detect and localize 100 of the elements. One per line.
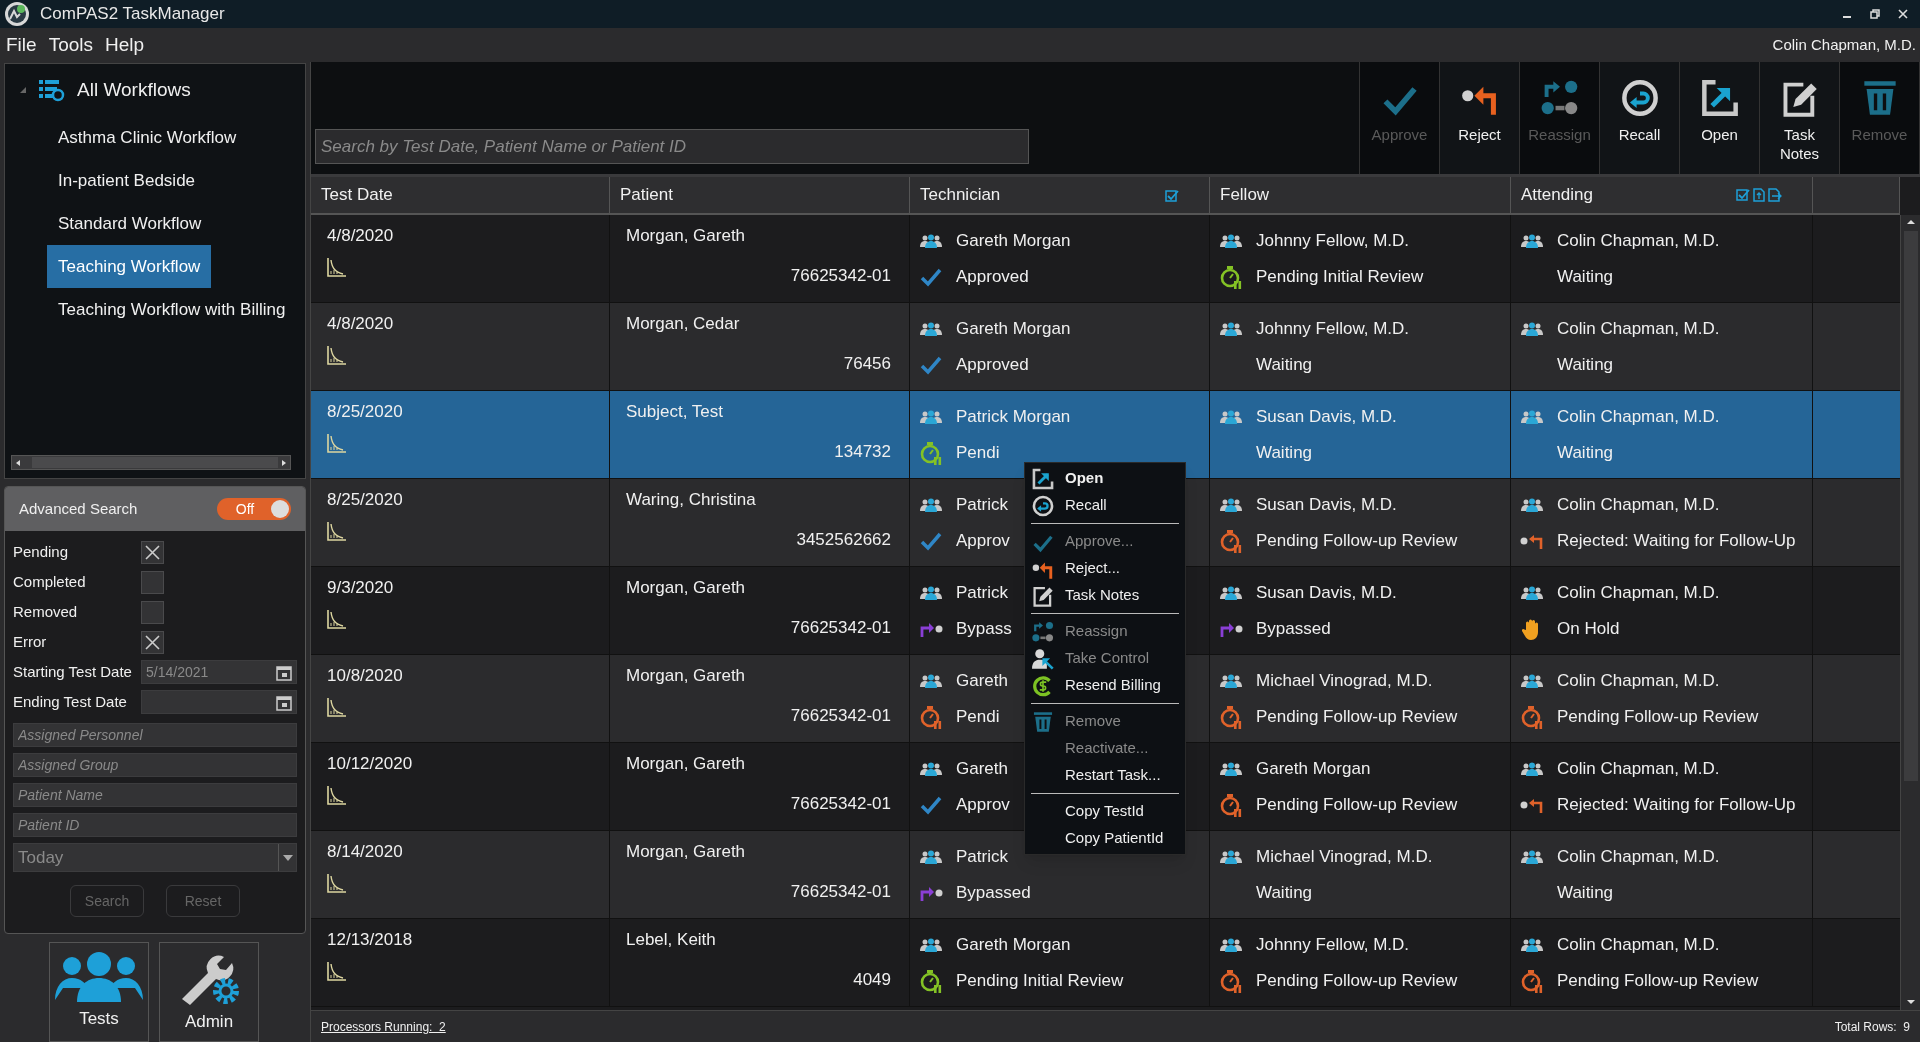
task-status: Bypass <box>956 617 1012 640</box>
tree-item[interactable]: In-patient Bedside <box>47 159 207 202</box>
search-field[interactable]: Search by Test Date, Patient Name or Patient ID <box>315 129 1029 164</box>
toolbar-button[interactable]: Reject <box>1440 62 1520 174</box>
horizontal-scrollbar[interactable] <box>11 455 291 471</box>
assignee-name: Gareth Morgan <box>1256 757 1371 780</box>
graph-icon <box>327 608 347 629</box>
input-field[interactable]: Assigned Group <box>13 753 297 777</box>
people-icon <box>1218 673 1244 688</box>
patient-id: 4049 <box>853 968 891 991</box>
assignee-name: Michael Vinograd, M.D. <box>1256 669 1433 692</box>
patient-name: Morgan, Gareth <box>626 577 746 599</box>
input-field[interactable]: Patient ID <box>13 813 297 837</box>
column-header[interactable]: Test Date <box>311 177 610 213</box>
date-field[interactable] <box>141 690 297 714</box>
column-header[interactable]: Fellow <box>1210 177 1511 213</box>
checkbox[interactable] <box>141 630 164 654</box>
assignee-name: Gareth <box>956 669 1008 692</box>
graph-icon <box>327 432 347 453</box>
menu-item[interactable]: Resend Billing <box>1031 672 1179 699</box>
task-status: Pending Follow-up Review <box>1557 969 1759 992</box>
filter-label: Pending <box>13 541 70 562</box>
assignee-name: Colin Chapman, M.D. <box>1557 581 1720 604</box>
test-date: 4/8/2020 <box>327 225 394 247</box>
toggle-switch[interactable]: Off <box>217 498 291 521</box>
field-label: Ending Test Date <box>13 691 128 712</box>
patient-name: Morgan, Gareth <box>626 753 746 775</box>
graph-icon <box>327 344 347 365</box>
input-field[interactable]: Assigned Personnel <box>13 723 297 747</box>
task-status: Rejected: Waiting for Follow-Up <box>1557 793 1796 816</box>
people-icon <box>1519 321 1545 336</box>
people-icon <box>918 497 944 512</box>
test-date: 4/8/2020 <box>327 313 394 335</box>
column-header[interactable]: Patient <box>610 177 910 213</box>
nav-button[interactable]: Tests <box>49 942 149 1042</box>
checkbox[interactable] <box>141 570 164 594</box>
assignee-name: Susan Davis, M.D. <box>1256 405 1397 428</box>
assignee-name: Colin Chapman, M.D. <box>1557 757 1720 780</box>
calendar-icon[interactable] <box>276 663 292 681</box>
checkbox[interactable] <box>141 600 164 624</box>
dropdown[interactable]: Today <box>13 843 297 872</box>
task-status: Bypassed <box>1256 617 1331 640</box>
processors-link[interactable]: Processors Running: 2 <box>321 1017 446 1036</box>
assignee-name: Patrick <box>956 493 1008 516</box>
column-header[interactable]: Technician <box>910 177 1210 213</box>
menu-item[interactable]: Tools <box>48 30 93 60</box>
people-icon <box>1218 233 1244 248</box>
assignee-name: Colin Chapman, M.D. <box>1557 669 1720 692</box>
people-icon <box>1519 585 1545 600</box>
assignee-name: Gareth <box>956 757 1008 780</box>
nav-button[interactable]: Admin <box>159 942 259 1042</box>
filter-label: Removed <box>13 601 79 622</box>
table-row[interactable]: 4/8/2020 Morgan, Gareth 76625342-01 Gareth Morgan Approved Johnny Fellow, M.D. Pending Initial Review Colin Chapman, M.D. Waiting <box>311 215 1900 303</box>
menu-item[interactable]: Help <box>105 30 145 60</box>
patient-name: Morgan, Gareth <box>626 225 746 247</box>
menu-item[interactable]: Copy TestId <box>1031 798 1179 825</box>
table-row[interactable]: 4/8/2020 Morgan, Cedar 76456 Gareth Morgan Approved Johnny Fellow, M.D. Waiting Colin Chapman, M.D. Waiting <box>311 303 1900 391</box>
people-icon <box>1519 761 1545 776</box>
tree-item[interactable]: Standard Workflow <box>47 202 213 245</box>
menu-item[interactable]: Recall <box>1031 492 1179 519</box>
patient-name: Morgan, Cedar <box>626 313 740 335</box>
caret-icon[interactable] <box>282 854 293 861</box>
menu-item[interactable]: Task Notes <box>1031 582 1179 609</box>
toolbar-button[interactable]: Task Notes <box>1760 62 1840 174</box>
column-header[interactable]: Attending <box>1511 177 1813 213</box>
tree-item[interactable]: All Workflows <box>77 75 191 105</box>
person-arrow-icon <box>1032 647 1054 670</box>
toolbar-button[interactable]: Recall <box>1600 62 1680 174</box>
checkbox-icon <box>1736 188 1750 202</box>
tree-item[interactable]: Teaching Workflow <box>47 245 212 288</box>
restore-icon[interactable] <box>1870 9 1880 19</box>
input-field[interactable]: Patient Name <box>13 783 297 807</box>
checkbox[interactable] <box>141 540 164 564</box>
people-icon <box>918 849 944 864</box>
patient-id: 76625342-01 <box>790 704 891 727</box>
close-icon[interactable] <box>1898 9 1908 19</box>
vertical-scrollbar[interactable] <box>1900 215 1920 1010</box>
date-field[interactable]: 5/14/2021 <box>141 660 297 684</box>
menu-item[interactable]: Restart Task... <box>1031 762 1179 789</box>
menu-item[interactable]: File <box>6 30 37 60</box>
connected-dots-icon <box>1540 79 1579 117</box>
people-icon <box>918 233 944 248</box>
window-title: ComPAS2 TaskManager <box>40 3 225 26</box>
assignee-name: Colin Chapman, M.D. <box>1557 845 1720 868</box>
people-icon <box>1519 937 1545 952</box>
tree-item[interactable]: Asthma Clinic Workflow <box>47 116 248 159</box>
toolbar-button[interactable]: Open <box>1680 62 1760 174</box>
test-date: 10/8/2020 <box>327 665 403 687</box>
test-date: 12/13/2018 <box>327 929 413 951</box>
tree-item[interactable]: Teaching Workflow with Billing <box>47 288 297 331</box>
assignee-name: Colin Chapman, M.D. <box>1557 229 1720 252</box>
task-status: On Hold <box>1557 617 1620 640</box>
assignee-name: Gareth Morgan <box>956 317 1071 340</box>
collapse-triangle-icon[interactable] <box>19 86 27 94</box>
table-row[interactable]: 12/13/2018 Lebel, Keith 4049 Gareth Morgan Pending Initial Review Johnny Fellow, M.D. Pending Follow-up Review Colin Chapman, M.D. Pending Follow-up Review <box>311 919 1900 1007</box>
document-icon <box>1753 188 1765 202</box>
assignee-name: Patrick <box>956 581 1008 604</box>
calendar-icon[interactable] <box>276 693 292 711</box>
open-external-icon <box>1032 467 1054 490</box>
assignee-name: Johnny Fellow, M.D. <box>1256 933 1410 956</box>
